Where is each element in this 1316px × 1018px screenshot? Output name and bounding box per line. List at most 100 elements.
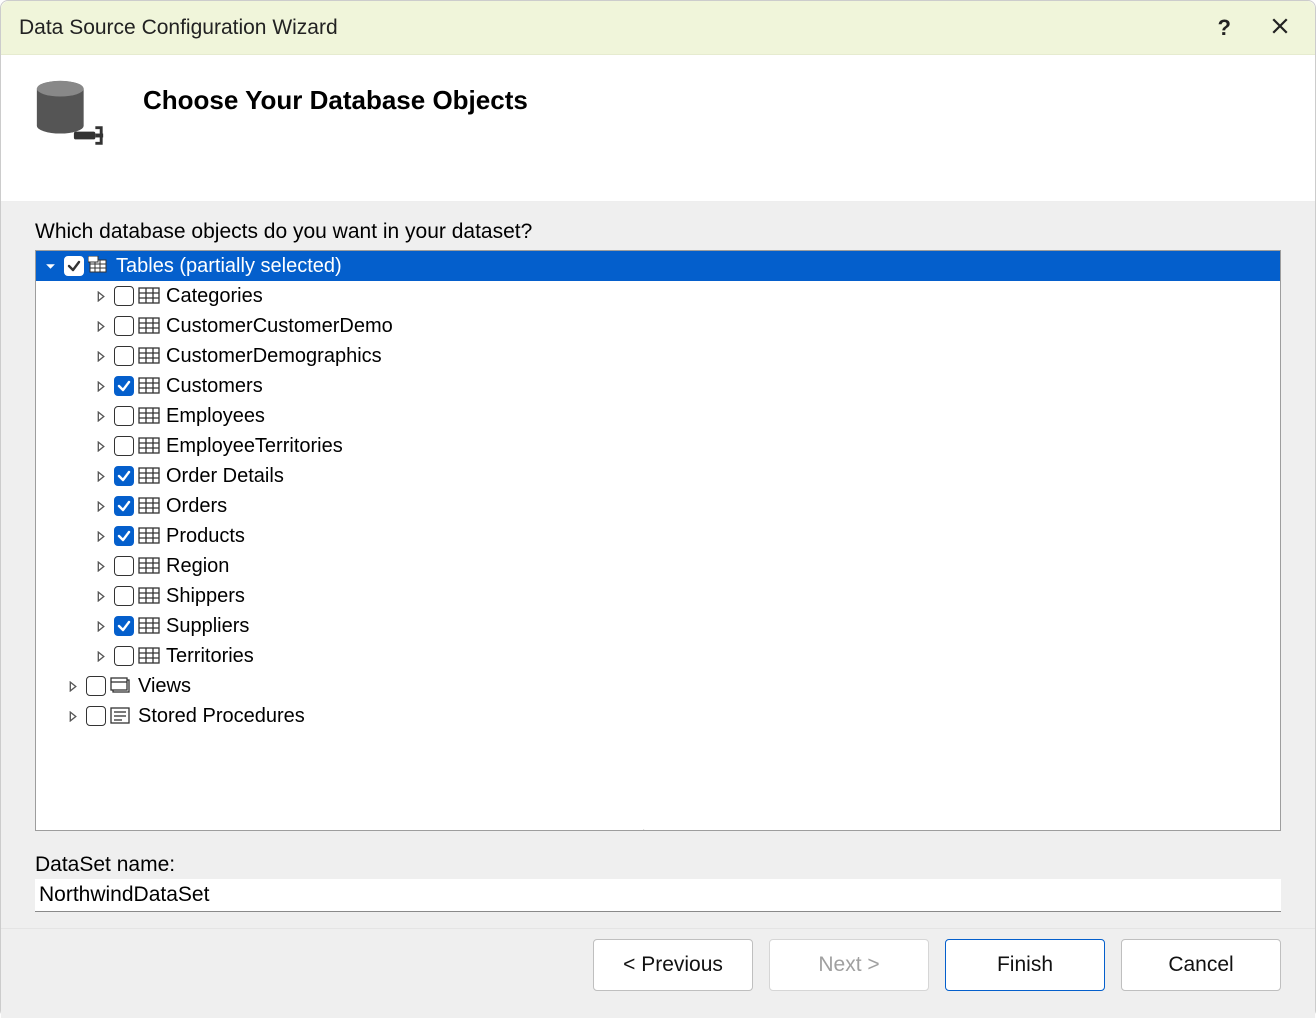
expand-toggle[interactable] [66, 680, 79, 693]
checkbox-table[interactable] [114, 586, 134, 606]
checkbox-table[interactable] [114, 646, 134, 666]
node-label: Stored Procedures [138, 705, 305, 728]
table-icon [138, 526, 160, 546]
table-icon [138, 646, 160, 666]
tree-node-table[interactable]: Shippers [36, 581, 1280, 611]
expand-toggle[interactable] [94, 320, 107, 333]
expand-toggle[interactable] [94, 410, 107, 423]
node-label: Shippers [166, 585, 245, 608]
node-label: CustomerDemographics [166, 345, 382, 368]
tree-node-table[interactable]: Suppliers [36, 611, 1280, 641]
help-button[interactable]: ? [1212, 11, 1237, 45]
next-button: Next > [769, 939, 929, 991]
objects-tree: Tables (partially selected) Categories Cu… [35, 250, 1281, 831]
expand-toggle[interactable] [66, 710, 79, 723]
node-label: EmployeeTerritories [166, 435, 343, 458]
checkbox-table[interactable] [114, 436, 134, 456]
wizard-header: Choose Your Database Objects [1, 55, 1315, 202]
tree-node-table[interactable]: Categories [36, 281, 1280, 311]
tree-node-views[interactable]: Views [36, 671, 1280, 701]
node-label: Region [166, 555, 229, 578]
table-icon [138, 556, 160, 576]
database-icon [31, 77, 109, 155]
close-button[interactable] [1265, 11, 1295, 45]
expand-toggle[interactable] [94, 500, 107, 513]
expand-toggle[interactable] [94, 530, 107, 543]
table-icon [138, 376, 160, 396]
previous-button[interactable]: < Previous [593, 939, 753, 991]
titlebar-controls: ? [1212, 11, 1295, 45]
expand-toggle[interactable] [94, 350, 107, 363]
tree-node-table[interactable]: CustomerDemographics [36, 341, 1280, 371]
tree-node-table[interactable]: Order Details [36, 461, 1280, 491]
table-icon [138, 466, 160, 486]
checkbox-table[interactable] [114, 316, 134, 336]
prompt-text: Which database objects do you want in yo… [35, 220, 1281, 244]
tree-node-table[interactable]: Products [36, 521, 1280, 551]
objects-tree-scroll[interactable]: Tables (partially selected) Categories Cu… [36, 251, 1280, 830]
node-label: Products [166, 525, 245, 548]
checkbox-stored-procedures[interactable] [86, 706, 106, 726]
table-icon [138, 286, 160, 306]
finish-button[interactable]: Finish [945, 939, 1105, 991]
tables-group-icon [88, 256, 110, 276]
checkbox-table[interactable] [114, 376, 134, 396]
table-icon [138, 436, 160, 456]
tables-children: Categories CustomerCustomerDemo CustomerDe… [36, 281, 1280, 671]
cancel-button[interactable]: Cancel [1121, 939, 1281, 991]
node-label: Suppliers [166, 615, 249, 638]
expand-toggle[interactable] [94, 560, 107, 573]
expand-toggle[interactable] [94, 650, 107, 663]
page-heading: Choose Your Database Objects [143, 85, 528, 116]
checkbox-table[interactable] [114, 406, 134, 426]
tree-node-table[interactable]: Customers [36, 371, 1280, 401]
checkbox-table[interactable] [114, 466, 134, 486]
wizard-footer: < Previous Next > Finish Cancel [1, 928, 1315, 1018]
checkbox-table[interactable] [114, 346, 134, 366]
tree-node-table[interactable]: Territories [36, 641, 1280, 671]
tree-node-tables[interactable]: Tables (partially selected) [36, 251, 1280, 281]
checkbox-table[interactable] [114, 616, 134, 636]
titlebar: Data Source Configuration Wizard ? [1, 1, 1315, 55]
checkbox-table[interactable] [114, 286, 134, 306]
node-label: Categories [166, 285, 263, 308]
expand-toggle[interactable] [94, 470, 107, 483]
checkbox-views[interactable] [86, 676, 106, 696]
tree-node-table[interactable]: Region [36, 551, 1280, 581]
tree-node-table[interactable]: Employees [36, 401, 1280, 431]
node-label: Customers [166, 375, 263, 398]
checkbox-table[interactable] [114, 496, 134, 516]
node-label: Orders [166, 495, 227, 518]
expand-toggle[interactable] [94, 290, 107, 303]
stored-procedures-icon [110, 706, 132, 726]
table-icon [138, 616, 160, 636]
expand-toggle[interactable] [94, 380, 107, 393]
node-label: Order Details [166, 465, 284, 488]
tree-node-stored-procedures[interactable]: Stored Procedures [36, 701, 1280, 731]
table-icon [138, 346, 160, 366]
expand-toggle[interactable] [94, 620, 107, 633]
node-label: Territories [166, 645, 254, 668]
table-icon [138, 316, 160, 336]
table-icon [138, 586, 160, 606]
tree-node-table[interactable]: EmployeeTerritories [36, 431, 1280, 461]
dataset-name-label: DataSet name: [35, 853, 1281, 877]
node-label: Views [138, 675, 191, 698]
tree-node-table[interactable]: Orders [36, 491, 1280, 521]
node-label: CustomerCustomerDemo [166, 315, 393, 338]
checkbox-table[interactable] [114, 556, 134, 576]
expand-toggle[interactable] [94, 440, 107, 453]
table-icon [138, 496, 160, 516]
node-label: Employees [166, 405, 265, 428]
expand-toggle[interactable] [44, 260, 57, 273]
dataset-name-input[interactable] [35, 879, 1281, 912]
node-label: Tables (partially selected) [116, 255, 342, 278]
table-icon [138, 406, 160, 426]
wizard-body: Which database objects do you want in yo… [1, 202, 1315, 928]
checkbox-table[interactable] [114, 526, 134, 546]
views-icon [110, 676, 132, 696]
tree-node-table[interactable]: CustomerCustomerDemo [36, 311, 1280, 341]
window-title: Data Source Configuration Wizard [19, 16, 338, 40]
expand-toggle[interactable] [94, 590, 107, 603]
checkbox-tables[interactable] [64, 256, 84, 276]
